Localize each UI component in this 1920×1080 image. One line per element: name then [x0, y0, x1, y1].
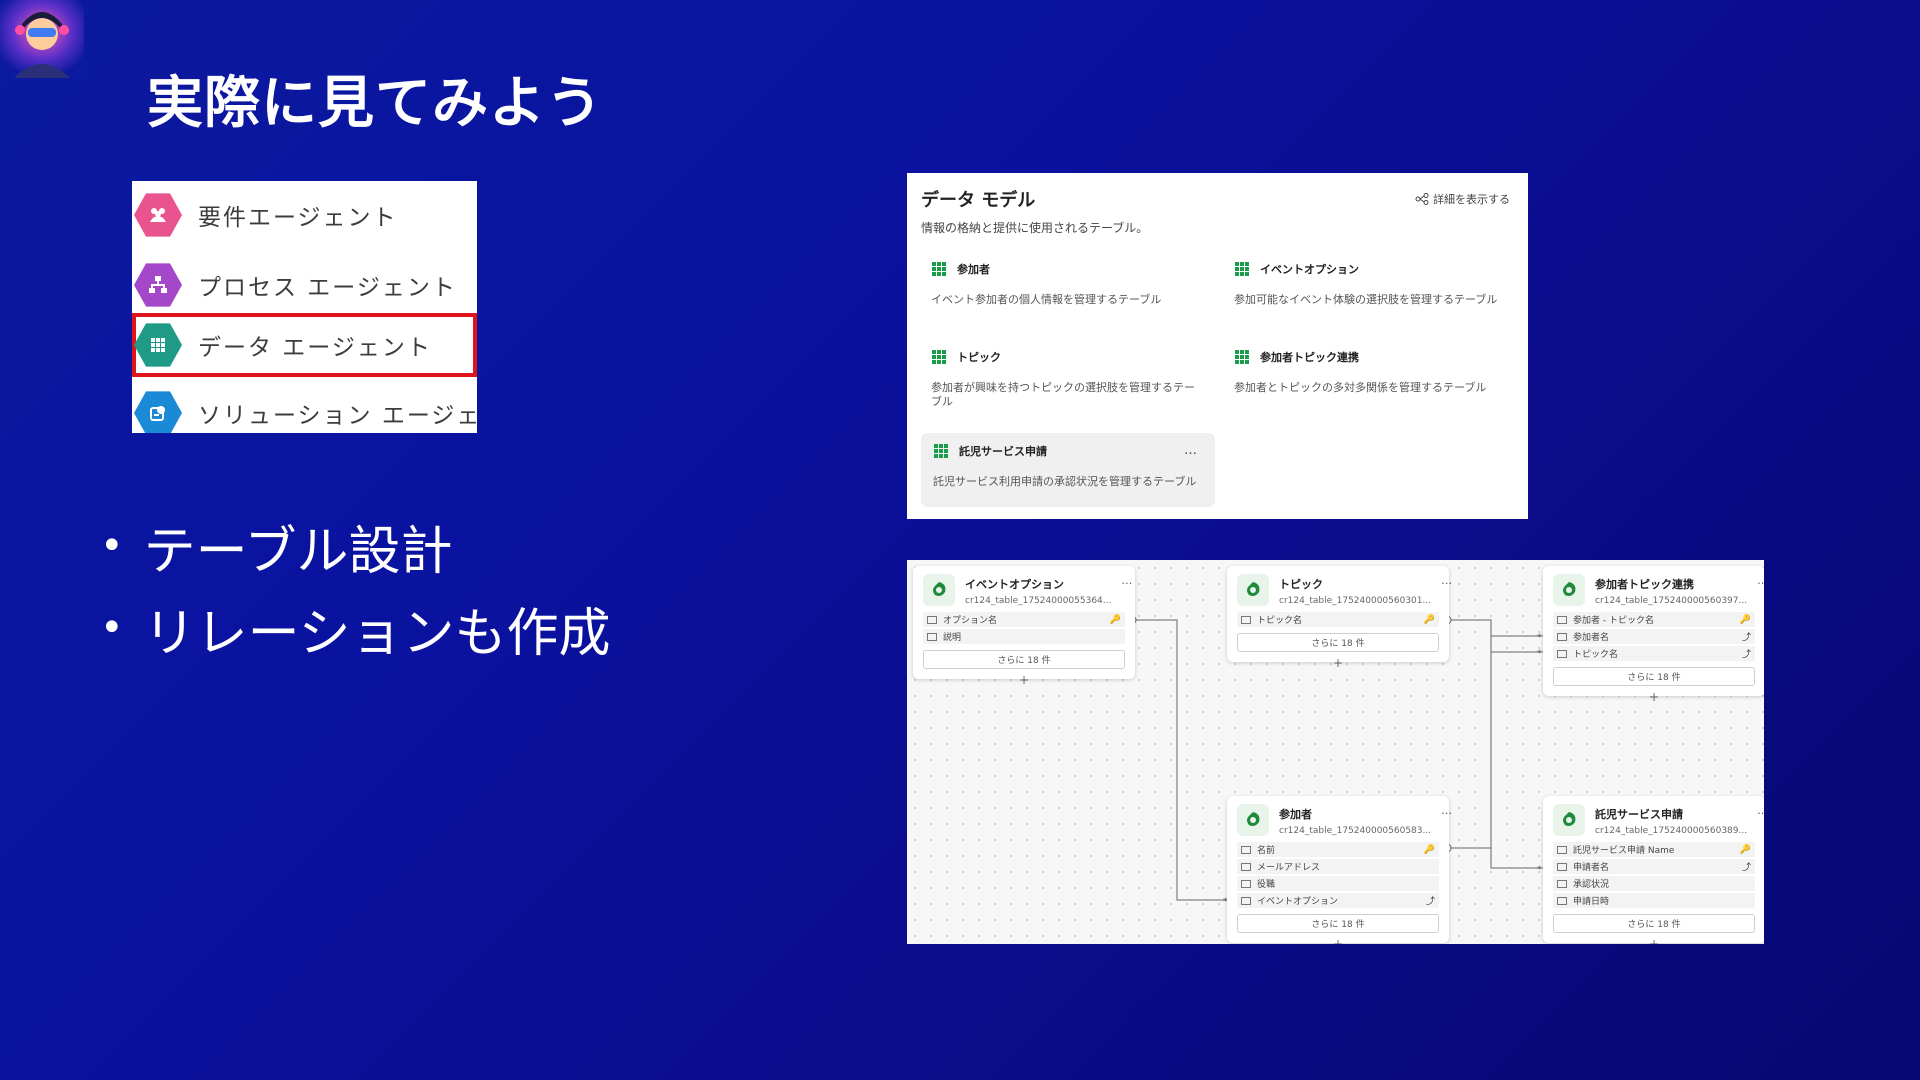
dataverse-icon [923, 574, 955, 606]
svg-text:*: * [1537, 865, 1542, 875]
erd-node-childcare-request[interactable]: 託児サービス申請 cr124_table_175240000560389... … [1543, 796, 1764, 944]
key-icon: 🔑 [1423, 614, 1435, 625]
svg-text:*: * [1537, 633, 1542, 643]
agent-label: データ エージェント [198, 335, 432, 361]
bullet-item: • リレーションも作成 [100, 603, 611, 664]
presenter-avatar [0, 0, 84, 78]
show-more-button[interactable]: さらに 18 件 [1237, 914, 1439, 933]
erd-node-topic[interactable]: トピック cr124_table_175240000560301... … トピ… [1227, 566, 1452, 670]
data-table-item[interactable]: 参加者トピック連携 参加者とトピックの多対多関係を管理するテーブル [1222, 339, 1512, 409]
agent-item-data[interactable]: データ エージェント [132, 313, 477, 377]
show-more-button[interactable]: さらに 18 件 [1237, 633, 1439, 652]
data-model-card: データ モデル 情報の格納と提供に使用されるテーブル。 詳細を表示する 参加者 … [907, 173, 1528, 519]
column-row[interactable]: 申請者名 ⤴ [1553, 859, 1755, 874]
dataverse-icon [1237, 574, 1269, 606]
bullet-list: • テーブル設計 • リレーションも作成 [100, 505, 611, 669]
column-row[interactable]: トピック名 🔑 [1237, 612, 1439, 627]
more-options-icon[interactable]: … [1757, 574, 1764, 587]
dataverse-icon [1553, 804, 1585, 836]
data-table-item-hovered[interactable]: 託児サービス申請 託児サービス利用申請の承認状況を管理するテーブル … [921, 433, 1215, 507]
show-more-button[interactable]: さらに 18 件 [1553, 914, 1755, 933]
column-row[interactable]: 役職 [1237, 876, 1439, 891]
erd-node-event-option[interactable]: イベントオプション cr124_table_17524000055364... … [913, 566, 1135, 687]
agent-item-process[interactable]: プロセス エージェント [132, 253, 477, 317]
dataverse-icon [1237, 804, 1269, 836]
diagram-icon [1415, 193, 1429, 205]
add-icon[interactable]: + [1649, 937, 1659, 944]
data-model-subtitle: 情報の格納と提供に使用されるテーブル。 [921, 221, 1149, 235]
key-icon: 🔑 [1739, 844, 1751, 855]
show-more-button[interactable]: さらに 18 件 [923, 650, 1125, 669]
column-row[interactable]: 申請日時 [1553, 893, 1755, 908]
column-row[interactable]: イベントオプション ⤴ [1237, 893, 1439, 908]
column-row[interactable]: オプション名 🔑 [923, 612, 1125, 627]
show-details-link[interactable]: 詳細を表示する [1415, 191, 1510, 207]
more-options-icon[interactable]: … [1441, 574, 1452, 587]
data-table-item[interactable]: イベントオプション 参加可能なイベント体験の選択肢を管理するテーブル [1222, 251, 1512, 321]
grid-icon [134, 323, 182, 367]
column-row[interactable]: 参加者 - トピック名 🔑 [1553, 612, 1755, 627]
agent-label: ソリューション エージェン [198, 403, 477, 429]
lookup-icon: ⤴ [1741, 650, 1751, 660]
entity-relationship-canvas[interactable]: * * * * イベントオプション cr124_table_1752400005… [907, 560, 1764, 944]
agent-label: プロセス エージェント [198, 275, 457, 301]
lookup-icon: ⤴ [1425, 897, 1435, 907]
bullet-item: • テーブル設計 [100, 521, 453, 582]
people-icon [134, 193, 182, 237]
key-icon: 🔑 [1739, 614, 1751, 625]
data-table-item[interactable]: 参加者 イベント参加者の個人情報を管理するテーブル [919, 251, 1209, 321]
agent-item-solution[interactable]: ソリューション エージェン [132, 381, 477, 433]
table-grid-icon [1235, 262, 1249, 276]
column-row[interactable]: 参加者名 ⤴ [1553, 629, 1755, 644]
agent-menu: 要件エージェント プロセス エージェント データ エージェント ソリューション … [132, 181, 477, 433]
lookup-icon: ⤴ [1741, 633, 1751, 643]
more-options-icon[interactable]: … [1121, 574, 1132, 587]
solution-icon [134, 391, 182, 433]
agent-label: 要件エージェント [198, 205, 398, 231]
data-table-item[interactable]: トピック 参加者が興味を持つトピックの選択肢を管理するテーブル [919, 339, 1209, 409]
dataverse-icon [1553, 574, 1585, 606]
add-icon[interactable]: + [1333, 937, 1343, 944]
svg-text:*: * [1537, 649, 1542, 659]
column-row[interactable]: 名前 🔑 [1237, 842, 1439, 857]
column-row[interactable]: メールアドレス [1237, 859, 1439, 874]
erd-node-participant[interactable]: 参加者 cr124_table_175240000560583... … 名前 🔑… [1227, 796, 1452, 944]
column-row[interactable]: 託児サービス申請 Name 🔑 [1553, 842, 1755, 857]
show-more-button[interactable]: さらに 18 件 [1553, 667, 1755, 686]
column-row[interactable]: トピック名 ⤴ [1553, 646, 1755, 661]
key-icon: 🔑 [1109, 614, 1121, 625]
data-model-title: データ モデル [921, 190, 1036, 211]
table-grid-icon [1235, 350, 1249, 364]
agent-item-requirements[interactable]: 要件エージェント [132, 183, 477, 247]
add-icon[interactable]: + [1333, 656, 1343, 670]
add-icon[interactable]: + [1019, 673, 1029, 687]
table-grid-icon [932, 350, 946, 364]
process-icon [134, 263, 182, 307]
lookup-icon: ⤴ [1741, 863, 1751, 873]
erd-node-participant-topic[interactable]: 参加者トピック連携 cr124_table_175240000560397...… [1543, 566, 1764, 704]
column-row[interactable]: 承認状況 [1553, 876, 1755, 891]
more-options-icon[interactable]: … [1757, 804, 1764, 817]
add-icon[interactable]: + [1649, 690, 1659, 704]
column-row[interactable]: 説明 [923, 629, 1125, 644]
key-icon: 🔑 [1423, 844, 1435, 855]
table-grid-icon [932, 262, 946, 276]
more-options-icon[interactable]: … [1441, 804, 1452, 817]
slide-title: 実際に見てみよう [147, 71, 603, 136]
more-options-icon[interactable]: … [1184, 443, 1197, 458]
table-grid-icon [934, 444, 948, 458]
